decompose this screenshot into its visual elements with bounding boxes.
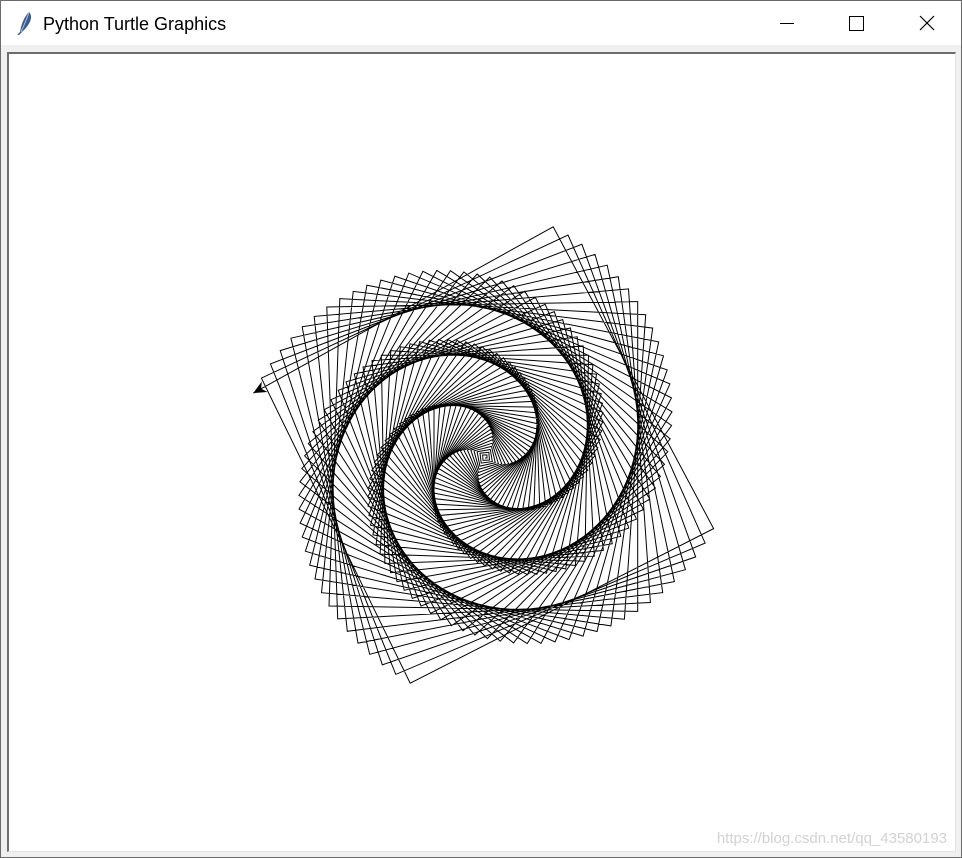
spiral-path [253, 226, 715, 684]
turtle-drawing [253, 226, 715, 684]
maximize-icon [849, 16, 864, 31]
close-button[interactable] [891, 1, 961, 45]
turtle-window: Python Turtle Graphics https://blog.csdn… [0, 0, 962, 858]
spiral-pattern [253, 226, 715, 684]
feather-icon [15, 11, 35, 36]
minimize-button[interactable] [752, 1, 822, 45]
window-title: Python Turtle Graphics [43, 14, 227, 34]
maximize-button[interactable] [821, 1, 891, 45]
watermark: https://blog.csdn.net/qq_43580193 [716, 830, 947, 847]
turtle-canvas-area[interactable]: https://blog.csdn.net/qq_43580193 [7, 52, 956, 852]
turtle-arrow-icon [253, 381, 268, 394]
minimize-icon [780, 23, 794, 24]
title-bar[interactable]: Python Turtle Graphics [1, 1, 961, 45]
close-icon [919, 15, 935, 31]
window-frame: https://blog.csdn.net/qq_43580193 [1, 45, 961, 857]
